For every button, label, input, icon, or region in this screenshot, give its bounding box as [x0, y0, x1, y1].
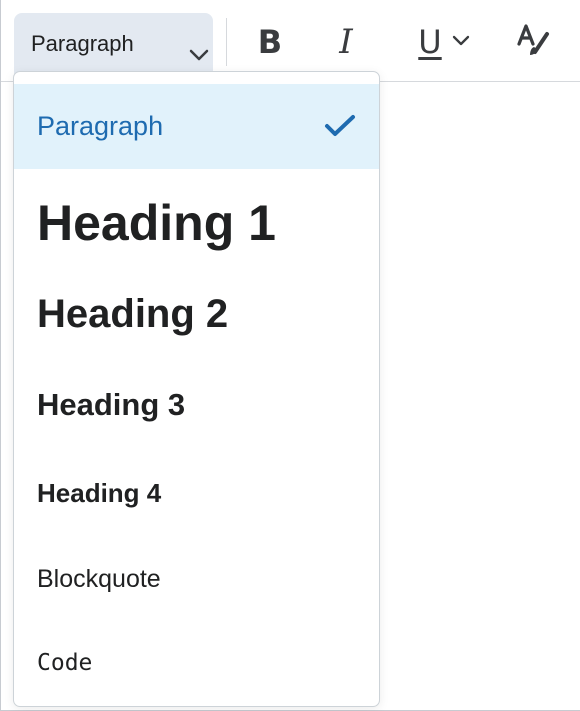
editor-toolbar: Paragraph B I U [1, 0, 580, 82]
menu-item-label: Heading 2 [37, 291, 229, 336]
menu-item-label: Blockquote [37, 564, 161, 593]
italic-button[interactable]: I [327, 14, 365, 70]
underline-icon: U [418, 23, 442, 61]
menu-item-blockquote[interactable]: Blockquote [14, 554, 379, 604]
menu-item-label: Code [37, 650, 93, 676]
menu-item-label: Heading 3 [37, 387, 186, 422]
menu-item-heading-2[interactable]: Heading 2 [14, 282, 379, 346]
menu-item-paragraph[interactable]: Paragraph [14, 84, 379, 169]
menu-item-heading-1[interactable]: Heading 1 [14, 182, 379, 264]
chevron-down-icon [189, 48, 209, 66]
checkmark-icon [324, 114, 356, 143]
menu-item-heading-4[interactable]: Heading 4 [14, 468, 379, 518]
toolbar-divider [226, 18, 227, 66]
clear-format-icon [516, 22, 554, 63]
clear-format-button[interactable] [513, 14, 557, 70]
chevron-down-icon [452, 33, 470, 51]
menu-item-label: Paragraph [37, 111, 164, 141]
menu-item-label: Heading 1 [37, 195, 276, 251]
menu-item-heading-3[interactable]: Heading 3 [14, 378, 379, 432]
bold-button[interactable]: B [249, 14, 291, 70]
menu-item-code[interactable]: Code [14, 638, 379, 688]
format-select-value: Paragraph [31, 31, 134, 56]
menu-item-label: Heading 4 [37, 477, 162, 508]
italic-icon: I [339, 22, 353, 62]
format-dropdown-menu: Paragraph Heading 1 Heading 2 Heading 3 … [13, 71, 380, 707]
underline-button[interactable]: U [409, 14, 479, 70]
rich-text-editor: Paragraph B I U Paragraph Heading 1 Head… [0, 0, 580, 711]
bold-icon: B [257, 23, 283, 61]
format-select[interactable]: Paragraph [14, 13, 213, 75]
